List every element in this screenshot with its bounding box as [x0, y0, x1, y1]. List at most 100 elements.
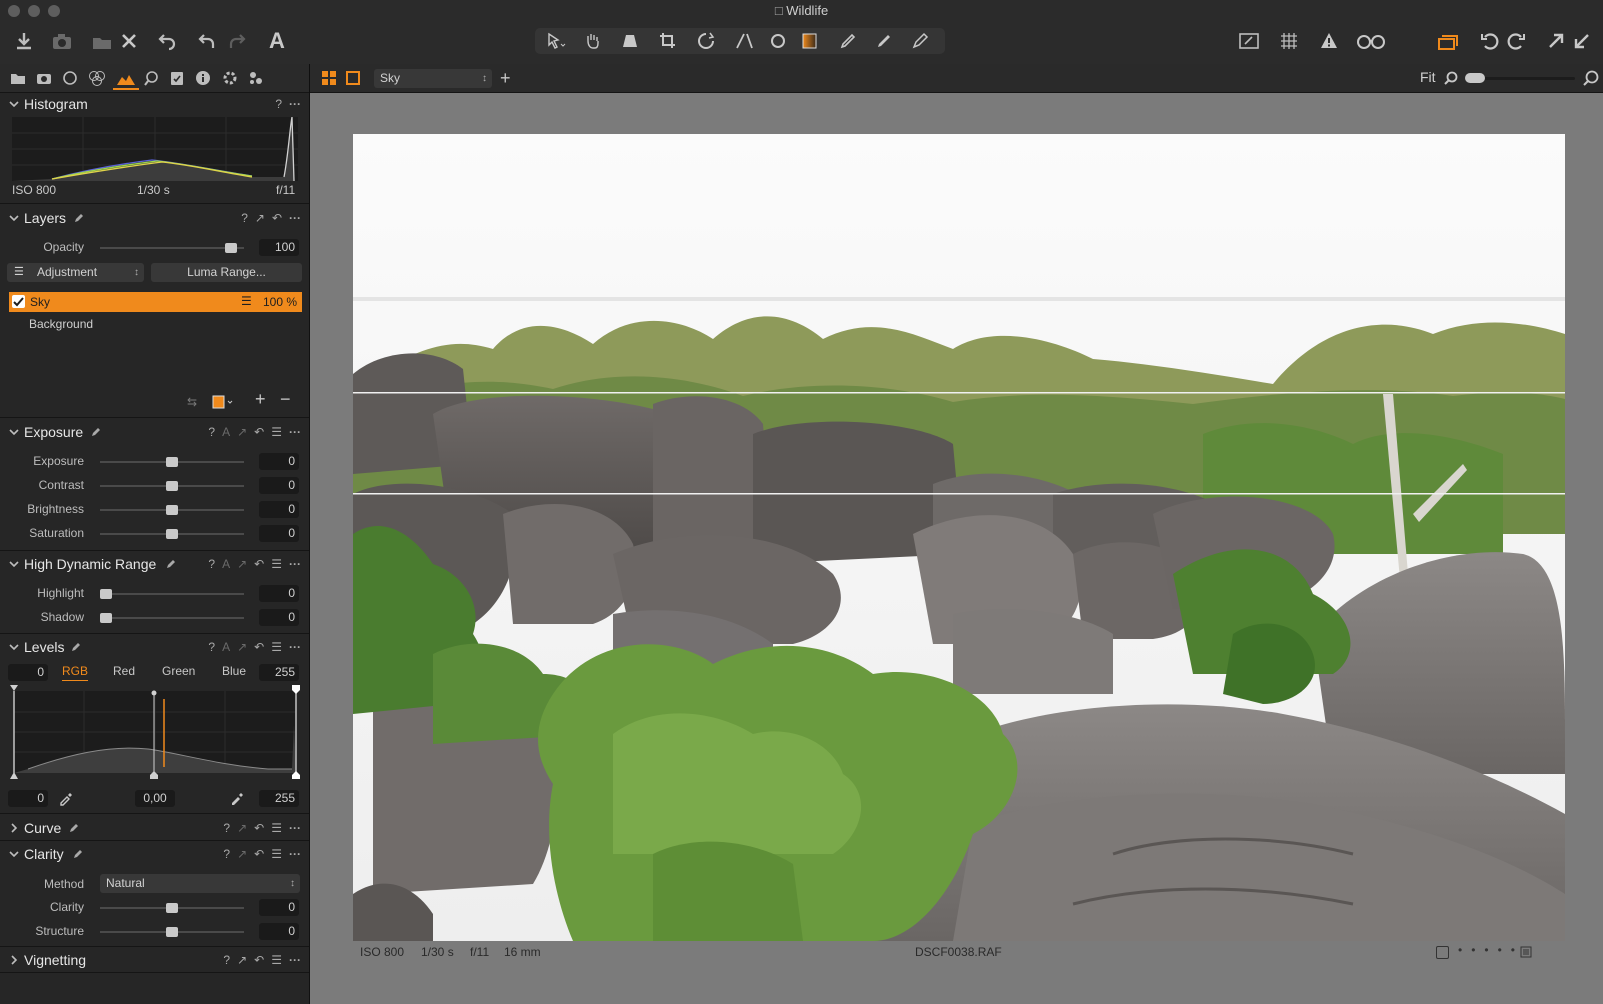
- add-layer-icon[interactable]: +: [500, 69, 511, 87]
- help-icon[interactable]: ?: [275, 97, 282, 111]
- reset-icon[interactable]: ↶: [254, 425, 264, 439]
- help-icon[interactable]: ?: [223, 953, 230, 967]
- histogram-header[interactable]: Histogram ? ···: [0, 93, 309, 117]
- shadow-value[interactable]: 0: [259, 609, 299, 626]
- edit-icon[interactable]: [1236, 26, 1262, 56]
- rating-dots[interactable]: •••••: [1458, 943, 1524, 957]
- exposure-value[interactable]: 0: [259, 453, 299, 470]
- presets-icon[interactable]: ☰: [271, 953, 282, 967]
- collapse-icon[interactable]: [1570, 26, 1594, 56]
- more-icon[interactable]: ···: [289, 821, 301, 835]
- draw-mask-icon[interactable]: [836, 26, 862, 56]
- more-icon[interactable]: ···: [289, 847, 301, 861]
- levels-input-min[interactable]: 0: [8, 664, 48, 681]
- help-icon[interactable]: ?: [241, 211, 248, 225]
- batch-tab[interactable]: [246, 69, 266, 87]
- more-icon[interactable]: ···: [289, 557, 301, 571]
- more-icon[interactable]: ···: [289, 640, 301, 654]
- method-select[interactable]: Natural ↕: [100, 874, 300, 893]
- channel-tab-rgb[interactable]: RGB: [62, 664, 89, 681]
- curve-header[interactable]: Curve ? ↗ ↶ ☰ ···: [0, 817, 309, 841]
- shadow-slider[interactable]: [100, 617, 244, 619]
- reset-icon[interactable]: ↶: [254, 847, 264, 861]
- erase-mask-icon[interactable]: [872, 26, 898, 56]
- layers-header[interactable]: Layers ? ↗ ↶ ···: [0, 207, 309, 231]
- info-menu-icon[interactable]: [1520, 946, 1532, 958]
- adjustment-select[interactable]: ☰ Adjustment ↕: [7, 263, 144, 282]
- highlight-value[interactable]: 0: [259, 585, 299, 602]
- reset-icon[interactable]: ↶: [272, 211, 282, 225]
- undo-all-icon[interactable]: [156, 26, 180, 56]
- details-tab[interactable]: [141, 69, 161, 87]
- auto-icon[interactable]: A: [222, 640, 230, 654]
- highlight-slider[interactable]: [100, 593, 244, 595]
- copy-apply-icon[interactable]: ↗: [237, 847, 247, 861]
- expand-icon[interactable]: [1544, 26, 1568, 56]
- exposure-tab[interactable]: [114, 69, 138, 87]
- levels-input-max[interactable]: 255: [259, 664, 299, 681]
- rotate-icon[interactable]: [694, 26, 720, 56]
- copy-apply-icon[interactable]: ↗: [237, 821, 247, 835]
- gradient-mask-icon[interactable]: [798, 26, 824, 56]
- metadata-tab[interactable]: [193, 69, 213, 87]
- glasses-icon[interactable]: [1354, 26, 1388, 56]
- luma-range-button[interactable]: Luma Range...: [151, 263, 302, 282]
- copy-apply-icon[interactable]: ↗: [237, 640, 247, 654]
- copy-apply-icon[interactable]: ↗: [255, 211, 265, 225]
- reset-icon[interactable]: ↶: [254, 557, 264, 571]
- vignetting-header[interactable]: Vignetting ? ↗ ↶ ☰ ···: [0, 949, 309, 973]
- zoom-in-icon[interactable]: [1583, 70, 1599, 86]
- opacity-slider[interactable]: [100, 247, 244, 249]
- saturation-value[interactable]: 0: [259, 525, 299, 542]
- photo-image[interactable]: [353, 134, 1565, 941]
- levels-midtone-value[interactable]: 0,00: [135, 790, 175, 807]
- opacity-value[interactable]: 100: [259, 239, 299, 256]
- layer-checkbox[interactable]: [12, 295, 25, 308]
- single-view-icon[interactable]: [346, 71, 360, 85]
- exposure-slider-knob[interactable]: [166, 457, 178, 467]
- undo-icon[interactable]: [196, 26, 220, 56]
- adjustments-tab[interactable]: [167, 69, 187, 87]
- clarity-slider-knob[interactable]: [166, 903, 178, 913]
- auto-icon[interactable]: A: [222, 425, 230, 439]
- layer-row-background[interactable]: Background: [29, 317, 93, 331]
- swap-layers-icon[interactable]: ⇆: [187, 395, 197, 409]
- structure-value[interactable]: 0: [259, 923, 299, 940]
- redo-icon[interactable]: [224, 26, 248, 56]
- help-icon[interactable]: ?: [223, 847, 230, 861]
- zoom-out-icon[interactable]: [1444, 71, 1458, 85]
- reset-icon[interactable]: ↶: [254, 953, 264, 967]
- select-checkbox[interactable]: [1436, 946, 1449, 959]
- move-to-trash-icon[interactable]: [90, 26, 114, 56]
- pan-hand-icon[interactable]: [580, 26, 606, 56]
- channel-tab-red[interactable]: Red: [113, 664, 135, 678]
- levels-output-min[interactable]: 0: [8, 790, 48, 807]
- copy-apply-icon[interactable]: ↗: [237, 953, 247, 967]
- channel-tab-blue[interactable]: Blue: [222, 664, 246, 678]
- remove-layer-icon[interactable]: −: [280, 389, 291, 410]
- circle-icon[interactable]: [766, 26, 790, 56]
- auto-icon[interactable]: A: [222, 557, 230, 571]
- help-icon[interactable]: ?: [208, 557, 215, 571]
- levels-graph[interactable]: [8, 685, 301, 781]
- clarity-header[interactable]: Clarity ? ↗ ↶ ☰ ···: [0, 843, 309, 867]
- straighten-icon[interactable]: [732, 26, 758, 56]
- channel-tab-green[interactable]: Green: [162, 664, 195, 678]
- add-layer-icon[interactable]: +: [255, 389, 266, 410]
- text-icon[interactable]: A: [264, 26, 290, 56]
- opacity-slider-knob[interactable]: [225, 243, 238, 253]
- variants-icon[interactable]: [1436, 26, 1462, 56]
- color-tab[interactable]: [87, 69, 107, 87]
- help-icon[interactable]: ?: [223, 821, 230, 835]
- crop-icon[interactable]: [656, 26, 682, 56]
- clarity-value[interactable]: 0: [259, 899, 299, 916]
- rotate-right-icon[interactable]: [1504, 26, 1528, 56]
- highlight-slider-knob[interactable]: [100, 589, 112, 599]
- import-icon[interactable]: [12, 26, 36, 56]
- lens-tab[interactable]: [60, 69, 80, 87]
- more-icon[interactable]: ···: [289, 953, 301, 967]
- copy-apply-icon[interactable]: ↗: [237, 425, 247, 439]
- shadow-slider-knob[interactable]: [100, 613, 112, 623]
- layer-select[interactable]: Sky ↕: [374, 69, 492, 88]
- brightness-value[interactable]: 0: [259, 501, 299, 518]
